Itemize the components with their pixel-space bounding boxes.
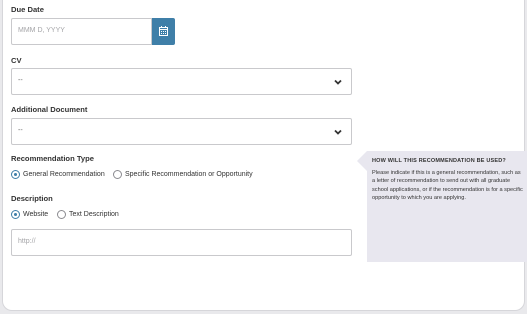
- due-date-placeholder: MMM D, YYYY: [18, 27, 65, 34]
- cv-select[interactable]: --: [11, 68, 352, 95]
- calendar-icon: [159, 26, 168, 36]
- due-date-input[interactable]: MMM D, YYYY: [11, 18, 152, 45]
- radio-label: Text Description: [69, 211, 119, 218]
- due-date-label: Due Date: [11, 5, 44, 14]
- radio-label: General Recommendation: [23, 171, 105, 178]
- radio-label: Website: [23, 211, 49, 218]
- website-url-input[interactable]: http://: [11, 229, 352, 256]
- recommendation-type-label: Recommendation Type: [11, 154, 94, 163]
- radio-selected-icon: [11, 210, 20, 219]
- website-url-placeholder: http://: [18, 238, 36, 245]
- recommendation-form: Due Date MMM D, YYYY CV -- Additional Do…: [2, 0, 527, 311]
- additional-document-select[interactable]: --: [11, 118, 352, 145]
- additional-document-value: --: [18, 127, 23, 134]
- help-body: Please indicate if this is a general rec…: [372, 170, 523, 202]
- radio-selected-icon: [11, 170, 20, 179]
- description-label: Description: [11, 194, 53, 203]
- radio-unselected-icon: [113, 170, 122, 179]
- radio-label: Specific Recommendation or Opportunity: [125, 171, 253, 178]
- description-type-group: Website Text Description: [11, 210, 211, 222]
- cv-value: --: [18, 77, 23, 84]
- cv-label: CV: [11, 56, 22, 65]
- additional-document-label: Additional Document: [11, 105, 88, 114]
- chevron-down-icon: [334, 129, 342, 135]
- help-title: HOW WILL THIS RECOMMENDATION BE USED?: [372, 158, 506, 164]
- radio-unselected-icon: [57, 210, 66, 219]
- recommendation-help-tooltip: HOW WILL THIS RECOMMENDATION BE USED? Pl…: [357, 151, 527, 262]
- calendar-button[interactable]: [152, 18, 175, 45]
- chevron-down-icon: [334, 79, 342, 85]
- recommendation-type-group: General Recommendation Specific Recommen…: [11, 170, 311, 182]
